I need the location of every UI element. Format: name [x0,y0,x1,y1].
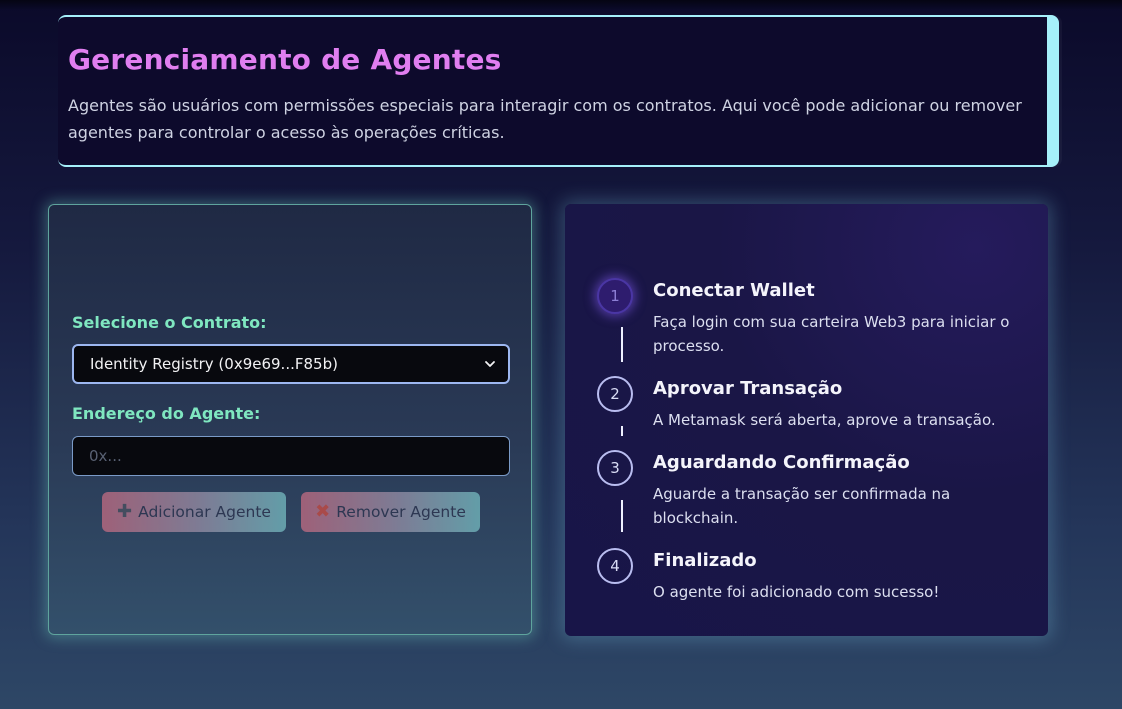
remove-agent-label: Remover Agente [336,503,466,521]
step-connector [621,500,623,532]
contract-select-value: Identity Registry (0x9e69...F85b) [90,355,338,373]
contract-label: Selecione o Contrato: [72,313,267,332]
step-desc-1: Faça login com sua carteira Web3 para in… [653,313,1010,355]
step-number-1: 1 [597,278,633,314]
step-connector [621,327,623,362]
contract-select[interactable]: Identity Registry (0x9e69...F85b) [72,344,510,384]
step-desc-3: Aguarde a transação ser confirmada na bl… [653,485,951,527]
agent-address-input[interactable]: 0x... [72,436,510,476]
step-title-4: Finalizado [653,550,757,571]
step-number-3: 3 [597,450,633,486]
step-desc-4: O agente foi adicionado com sucesso! [653,583,940,601]
agent-address-placeholder: 0x... [89,447,122,465]
add-agent-button[interactable]: ✚ Adicionar Agente [102,492,286,532]
step-number-2: 2 [597,376,633,412]
page-description: Agentes são usuários com permissões espe… [68,96,1022,142]
agent-form-card: Selecione o Contrato: Identity Registry … [48,204,532,635]
plus-icon: ✚ [117,501,133,522]
steps-card: 1 Conectar Wallet Faça login com sua car… [565,204,1048,636]
top-shadow [0,0,1122,10]
x-icon: ✖ [315,501,331,522]
add-agent-label: Adicionar Agente [138,503,271,521]
step-connector [621,426,623,436]
page-header: Gerenciamento de Agentes Agentes são usu… [58,15,1059,167]
remove-agent-button[interactable]: ✖ Remover Agente [301,492,480,532]
step-title-1: Conectar Wallet [653,280,815,301]
agent-address-label: Endereço do Agente: [72,404,261,423]
step-desc-2: A Metamask será aberta, aprove a transaç… [653,411,996,429]
step-title-2: Aprovar Transação [653,378,843,399]
step-title-3: Aguardando Confirmação [653,452,910,473]
chevron-down-icon [485,361,495,367]
step-number-4: 4 [597,548,633,584]
page-title: Gerenciamento de Agentes [68,43,502,76]
